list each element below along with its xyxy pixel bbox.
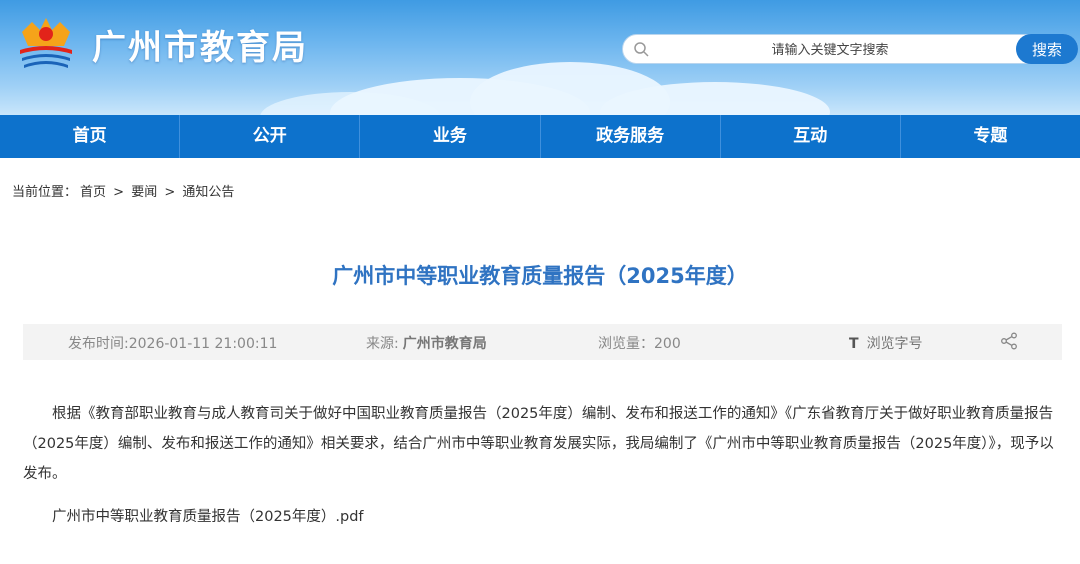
breadcrumb-item-news[interactable]: 要闻 [131, 185, 157, 200]
nav-item-gov-service[interactable]: 政务服务 [541, 115, 721, 158]
article-body: 根据《教育部职业教育与成人教育司关于做好中国职业教育质量报告（2025年度）编制… [23, 406, 1054, 482]
breadcrumb-separator: > [164, 185, 176, 200]
nav-item-interaction[interactable]: 互动 [721, 115, 901, 158]
attachment-link[interactable]: 广州市中等职业教育质量报告（2025年度）.pdf [52, 505, 364, 526]
breadcrumb-item-home[interactable]: 首页 [80, 185, 106, 200]
article-title: 广州市中等职业教育质量报告（2025年度） [332, 264, 748, 288]
source-label: 来源: [366, 336, 399, 352]
font-size-icon: T [849, 336, 859, 352]
header-banner: 广州市教育局 搜索 [0, 0, 1080, 115]
nav-item-home[interactable]: 首页 [0, 115, 181, 158]
publish-time: 发布时间:2026-01-11 21:00:11 [68, 336, 278, 352]
view-count: 浏览量：200 [598, 336, 681, 352]
font-size-control[interactable]: T 浏览字号 [849, 333, 923, 353]
site-title[interactable]: 广州市教育局 [92, 20, 308, 69]
source-value: 广州市教育局 [402, 336, 487, 352]
breadcrumb-label: 当前位置： [12, 185, 78, 200]
font-size-label: 浏览字号 [866, 336, 923, 352]
breadcrumb-item-notices[interactable]: 通知公告 [182, 185, 234, 200]
share-icon[interactable] [1000, 332, 1018, 350]
main-nav: 首页 公开 业务 政务服务 互动 专题 [0, 115, 1080, 158]
search-icon [634, 42, 649, 57]
nav-item-public[interactable]: 公开 [180, 115, 361, 158]
search-button[interactable]: 搜索 [1016, 34, 1078, 64]
nav-item-business[interactable]: 业务 [360, 115, 541, 158]
search-box: 搜索 [622, 34, 1078, 65]
education-bureau-logo-icon[interactable] [14, 14, 78, 74]
breadcrumb: 当前位置： 首页 > 要闻 > 通知公告 [12, 181, 237, 200]
article-source: 来源: 广州市教育局 [366, 333, 487, 353]
article-meta-bar: 发布时间:2026-01-11 21:00:11 来源: 广州市教育局 浏览量：2… [23, 324, 1062, 360]
breadcrumb-separator: > [113, 185, 125, 200]
search-input[interactable] [663, 35, 997, 65]
nav-item-topics[interactable]: 专题 [901, 115, 1080, 158]
